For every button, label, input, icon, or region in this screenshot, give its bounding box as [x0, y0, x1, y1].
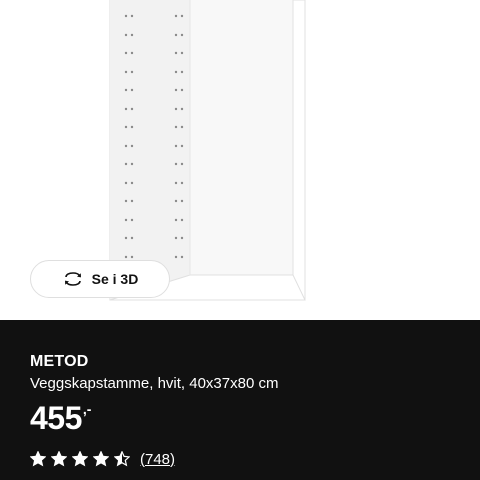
product-description: Veggskapstamme, hvit, 40x37x80 cm	[30, 375, 279, 392]
view-in-3d-button[interactable]: Se i 3D	[30, 260, 170, 298]
product-name[interactable]: METOD	[30, 353, 88, 371]
cabinet-left-panel	[110, 0, 190, 300]
product-image[interactable]: Se i 3D	[0, 0, 480, 320]
cabinet-back-panel	[190, 0, 293, 275]
view-in-3d-label: Se i 3D	[91, 271, 139, 287]
rating-stars	[30, 451, 130, 467]
price-value: 455	[30, 400, 82, 436]
price-suffix: ,-	[82, 401, 92, 417]
cabinet-right-edge	[292, 0, 306, 301]
product-price: 455 ,-	[30, 398, 91, 438]
star-full-icon	[72, 451, 88, 467]
rotate-3d-icon	[62, 271, 84, 287]
product-rating[interactable]: (748)	[30, 449, 175, 469]
star-half-icon	[114, 451, 130, 467]
star-full-icon	[51, 451, 67, 467]
star-full-icon	[30, 451, 46, 467]
review-count-link[interactable]: (748)	[140, 451, 175, 468]
star-full-icon	[93, 451, 109, 467]
